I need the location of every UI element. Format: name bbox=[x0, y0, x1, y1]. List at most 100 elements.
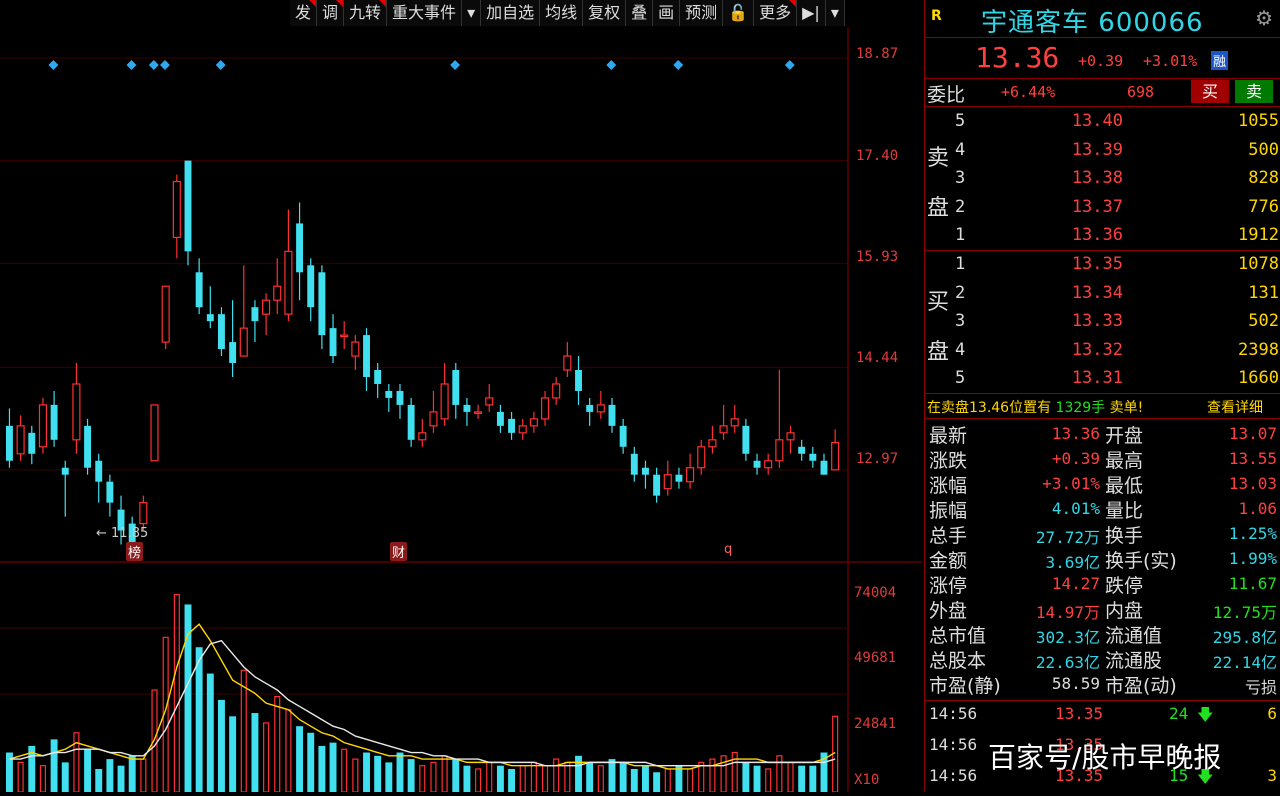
candle-body bbox=[730, 418, 739, 427]
candle-body bbox=[161, 285, 170, 343]
kline-svg[interactable] bbox=[0, 28, 922, 793]
signal-diamond-icon bbox=[148, 60, 159, 70]
volume-unit-label: X10 bbox=[854, 772, 880, 788]
stat-label: 金额 bbox=[929, 550, 968, 572]
candle-body bbox=[385, 390, 393, 398]
volume-bar bbox=[218, 699, 225, 792]
candle-body bbox=[95, 460, 103, 482]
toolbar-button[interactable]: 更多 bbox=[754, 0, 798, 26]
notice-tag: 卖单! bbox=[1109, 400, 1144, 416]
toolbar-button[interactable]: 重大事件 bbox=[387, 0, 463, 26]
toolbar-button[interactable]: 预测 bbox=[680, 0, 724, 26]
toolbar-button[interactable]: 调 bbox=[317, 0, 345, 26]
toolbar-button[interactable]: 🔓 bbox=[723, 0, 755, 26]
toolbar-button[interactable]: 发 bbox=[290, 0, 318, 26]
candle-body bbox=[318, 272, 326, 336]
ask-row[interactable]: 2 13.37 776 bbox=[925, 195, 1280, 220]
candle-body bbox=[273, 285, 282, 301]
divider bbox=[925, 106, 1280, 107]
volume-bar bbox=[274, 695, 281, 793]
toolbar-button-label: 更多 bbox=[759, 3, 792, 22]
candle-body bbox=[540, 397, 550, 420]
toolbar-button-label: 画 bbox=[658, 3, 675, 22]
volume-bar bbox=[586, 762, 594, 792]
level-volume: 131 bbox=[1248, 282, 1279, 303]
toolbar-button[interactable]: 叠 bbox=[626, 0, 654, 26]
ask-row[interactable]: 1 13.36 1912 bbox=[925, 223, 1280, 248]
volume-bar bbox=[541, 765, 549, 793]
kline-chart[interactable]: 18.87 17.40 15.93 14.44 12.97 ← 11.85 榜 … bbox=[0, 28, 922, 793]
ask-row[interactable]: 5 13.40 1055 bbox=[925, 109, 1280, 134]
sell-button[interactable]: 卖 bbox=[1235, 80, 1273, 103]
bid-row[interactable]: 2 13.34 131 bbox=[925, 281, 1280, 306]
bid-row[interactable]: 1 13.35 1078 bbox=[925, 252, 1280, 277]
toolbar-button[interactable]: 加自选 bbox=[481, 0, 541, 26]
level-price: 13.34 bbox=[1071, 282, 1123, 303]
candle-body bbox=[440, 383, 449, 420]
signal-diamond-icon bbox=[215, 60, 226, 70]
buy-button[interactable]: 买 bbox=[1191, 80, 1229, 103]
volume-bar bbox=[619, 762, 627, 792]
toolbar-button[interactable]: ▾ bbox=[825, 0, 845, 26]
stat-value: 22.14亿 bbox=[1212, 653, 1277, 672]
candle-body bbox=[251, 307, 259, 322]
level-volume: 502 bbox=[1248, 311, 1279, 331]
notice-detail-link[interactable]: 查看详细 bbox=[1207, 397, 1263, 417]
weibi-diff: 698 bbox=[1127, 83, 1155, 101]
new-flag-icon bbox=[789, 0, 797, 7]
candle-body bbox=[363, 335, 370, 377]
bid-row[interactable]: 3 13.33 502 bbox=[925, 309, 1280, 334]
toolbar-button[interactable]: 均线 bbox=[540, 0, 584, 26]
volume-bar bbox=[296, 726, 304, 792]
toolbar-button[interactable]: 九转 bbox=[344, 0, 388, 26]
volume-ma5-line bbox=[9, 623, 836, 770]
toolbar-button[interactable]: ▾ bbox=[462, 0, 482, 26]
stat-label: 市盈(动) bbox=[1105, 675, 1177, 697]
event-badge[interactable]: 榜 bbox=[126, 542, 144, 561]
candle-body bbox=[485, 397, 494, 406]
candle-body bbox=[61, 467, 69, 475]
stat-value: 亏损 bbox=[1244, 678, 1277, 697]
ask-row[interactable]: 4 13.39 500 bbox=[925, 138, 1280, 163]
price-axis-label: 14.44 bbox=[856, 350, 899, 366]
toolbar-button-label: 加自选 bbox=[486, 3, 535, 22]
volume-bar bbox=[642, 765, 649, 792]
candle-body bbox=[529, 418, 538, 427]
candle-body bbox=[38, 404, 47, 448]
toolbar-button[interactable]: 复权 bbox=[583, 0, 627, 26]
low-price-marker: ← 11.85 bbox=[96, 526, 149, 541]
volume-bar bbox=[496, 765, 504, 792]
stat-value: 302.3亿 bbox=[1035, 628, 1100, 647]
volume-bar bbox=[564, 761, 571, 793]
candle-body bbox=[764, 460, 773, 469]
candle-body bbox=[206, 314, 214, 322]
volume-axis-label: 74004 bbox=[854, 585, 897, 601]
gear-icon[interactable]: ⚙ bbox=[1255, 6, 1273, 30]
candle-body bbox=[809, 453, 817, 461]
volume-bar bbox=[195, 647, 203, 792]
stat-value: 1.06 bbox=[1238, 499, 1277, 518]
toolbar-button[interactable]: 画 bbox=[653, 0, 681, 26]
signal-diamond-icon bbox=[160, 60, 170, 70]
stat-label: 内盘 bbox=[1105, 600, 1144, 622]
stat-value: 11.67 bbox=[1228, 574, 1277, 593]
stat-label: 量比 bbox=[1105, 500, 1144, 522]
stat-label: 涨停 bbox=[929, 575, 968, 597]
candle-body bbox=[184, 160, 192, 252]
candle-body bbox=[429, 411, 438, 427]
event-badge[interactable]: q bbox=[724, 542, 732, 557]
candle-body bbox=[284, 250, 293, 315]
bid-row[interactable]: 4 13.32 2398 bbox=[925, 338, 1280, 363]
tick-count: 3 bbox=[1267, 766, 1277, 785]
bid-row[interactable]: 5 13.31 1660 bbox=[925, 366, 1280, 391]
stat-value: 13.03 bbox=[1228, 474, 1277, 493]
volume-bar bbox=[39, 765, 46, 793]
toolbar-button-label: ▾ bbox=[467, 3, 476, 22]
level-index: 2 bbox=[955, 282, 966, 303]
event-badge[interactable]: 财 bbox=[390, 542, 408, 561]
toolbar-button[interactable]: ▶| bbox=[797, 0, 826, 26]
volume-bar bbox=[106, 759, 114, 792]
ask-row[interactable]: 3 13.38 828 bbox=[925, 166, 1280, 191]
toolbar-button-label: ▾ bbox=[830, 3, 839, 22]
volume-bar bbox=[765, 768, 772, 793]
